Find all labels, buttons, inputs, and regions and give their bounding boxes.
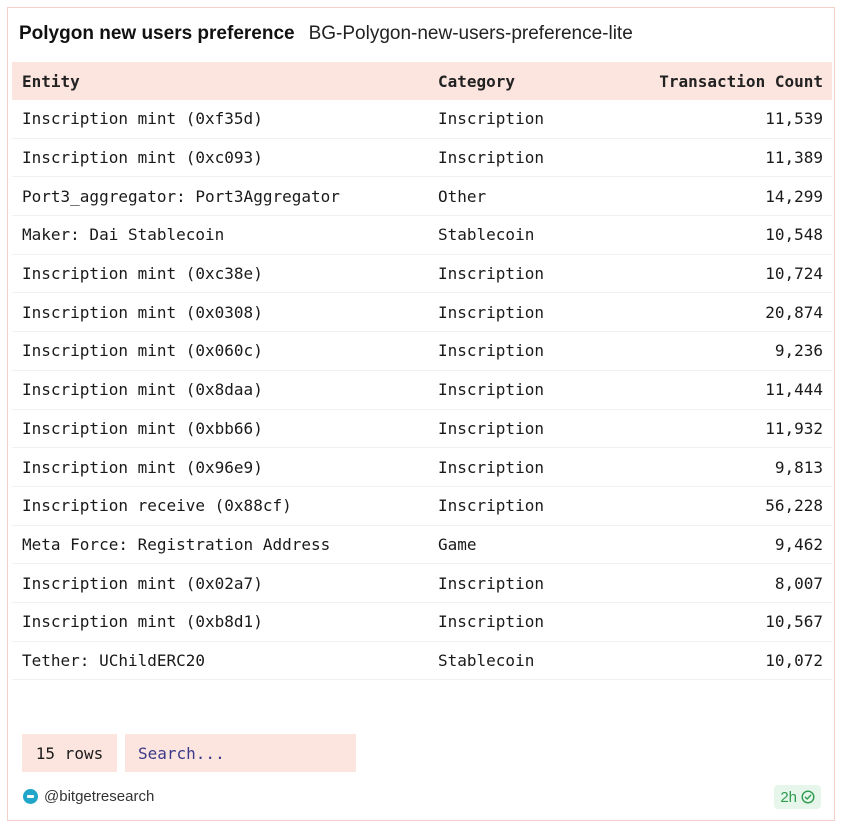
- cell-entity: Inscription mint (0x96e9): [22, 457, 263, 477]
- freshness-badge[interactable]: 2h: [774, 785, 821, 809]
- freshness-label: 2h: [780, 788, 797, 806]
- cell-transaction-count: 10,548: [765, 225, 823, 245]
- query-name[interactable]: BG-Polygon-new-users-preference-lite: [309, 23, 633, 45]
- table-row[interactable]: Inscription mint (0xbb66) Inscription 11,9…: [12, 410, 832, 449]
- cell-entity: Inscription mint (0xbb66): [22, 418, 263, 438]
- cell-transaction-count: 14,299: [765, 186, 823, 206]
- cell-entity: Maker: Dai Stablecoin: [22, 225, 225, 245]
- cell-transaction-count: 10,567: [765, 612, 823, 632]
- cell-transaction-count: 9,813: [774, 457, 823, 477]
- table-row[interactable]: Inscription mint (0xc093) Inscription 11,3…: [12, 139, 832, 178]
- table-row[interactable]: Inscription mint (0xf35d) Inscription 11,5…: [12, 100, 832, 139]
- column-header-entity[interactable]: Entity: [12, 72, 438, 91]
- column-header-transaction-count[interactable]: Transaction Count: [628, 72, 832, 91]
- cell-transaction-count: 11,539: [765, 109, 823, 129]
- table-controls: 15 rows: [22, 734, 356, 772]
- cell-entity: Inscription mint (0x8daa): [22, 380, 263, 400]
- cell-transaction-count: 11,932: [765, 418, 823, 438]
- cell-entity: Port3_aggregator: Port3Aggregator: [22, 186, 340, 206]
- table-row[interactable]: Inscription mint (0x96e9) Inscription 9,81…: [12, 448, 832, 487]
- search-input[interactable]: [125, 734, 356, 772]
- cell-entity: Inscription receive (0x88cf): [22, 496, 292, 516]
- cell-category: Inscription: [438, 148, 544, 168]
- cell-entity: Inscription mint (0x060c): [22, 341, 263, 361]
- cell-category: Inscription: [438, 573, 544, 593]
- cell-transaction-count: 11,389: [765, 148, 823, 168]
- table-body: Inscription mint (0xf35d) Inscription 11,5…: [12, 100, 832, 681]
- cell-entity: Inscription mint (0xc38e): [22, 264, 263, 284]
- cell-category: Game: [438, 534, 477, 554]
- bitget-logo-icon: [23, 789, 38, 804]
- cell-transaction-count: 9,462: [774, 534, 823, 554]
- column-header-category[interactable]: Category: [438, 72, 628, 91]
- cell-category: Stablecoin: [438, 225, 535, 245]
- table-row[interactable]: Tether: UChildERC20 Stablecoin 10,072: [12, 642, 832, 681]
- check-circle-icon: [801, 790, 815, 804]
- cell-category: Inscription: [438, 380, 544, 400]
- cell-entity: Meta Force: Registration Address: [22, 534, 331, 554]
- table-header: Entity Category Transaction Count: [12, 62, 832, 100]
- cell-category: Stablecoin: [438, 650, 535, 670]
- row-count-badge: 15 rows: [22, 734, 117, 772]
- cell-category: Other: [438, 186, 487, 206]
- chart-title: Polygon new users preference: [19, 23, 295, 44]
- table-row[interactable]: Inscription mint (0xc38e) Inscription 10,7…: [12, 255, 832, 294]
- table-row[interactable]: Inscription mint (0xb8d1) Inscription 10,5…: [12, 603, 832, 642]
- table-row[interactable]: Port3_aggregator: Port3Aggregator Other 14…: [12, 177, 832, 217]
- cell-entity: Inscription mint (0xc093): [22, 148, 263, 168]
- cell-entity: Inscription mint (0xb8d1): [22, 612, 263, 632]
- table-row[interactable]: Inscription mint (0x060c) Inscription 9,23…: [12, 332, 832, 371]
- cell-entity: Inscription mint (0xf35d): [22, 109, 263, 129]
- cell-transaction-count: 20,874: [765, 302, 823, 322]
- brand-handle: @bitgetresearch: [44, 788, 155, 805]
- cell-category: Inscription: [438, 341, 544, 361]
- query-results-card: Polygon new users preference BG-Polygon-…: [7, 7, 835, 821]
- card-header: Polygon new users preference BG-Polygon-…: [8, 8, 834, 60]
- cell-transaction-count: 10,072: [765, 650, 823, 670]
- cell-category: Inscription: [438, 496, 544, 516]
- cell-transaction-count: 8,007: [774, 573, 823, 593]
- cell-transaction-count: 10,724: [765, 264, 823, 284]
- table-row[interactable]: Maker: Dai Stablecoin Stablecoin 10,548: [12, 216, 832, 255]
- cell-transaction-count: 9,236: [774, 341, 823, 361]
- cell-transaction-count: 11,444: [765, 380, 823, 400]
- table-row[interactable]: Inscription receive (0x88cf) Inscription 5…: [12, 487, 832, 526]
- cell-entity: Inscription mint (0x02a7): [22, 573, 263, 593]
- table-row[interactable]: Inscription mint (0x8daa) Inscription 11,4…: [12, 371, 832, 410]
- cell-entity: Inscription mint (0x0308): [22, 302, 263, 322]
- table-row[interactable]: Inscription mint (0x02a7) Inscription 8,00…: [12, 564, 832, 603]
- cell-category: Inscription: [438, 302, 544, 322]
- results-table: Entity Category Transaction Count Inscri…: [12, 62, 832, 681]
- cell-category: Inscription: [438, 109, 544, 129]
- cell-transaction-count: 56,228: [765, 496, 823, 516]
- cell-category: Inscription: [438, 457, 544, 477]
- table-row[interactable]: Meta Force: Registration Address Game 9,46…: [12, 526, 832, 565]
- brand-attribution[interactable]: @bitgetresearch: [23, 788, 154, 805]
- cell-entity: Tether: UChildERC20: [22, 650, 206, 670]
- cell-category: Inscription: [438, 418, 544, 438]
- cell-category: Inscription: [438, 264, 544, 284]
- cell-category: Inscription: [438, 612, 544, 632]
- table-row[interactable]: Inscription mint (0x0308) Inscription 20,8…: [12, 293, 832, 333]
